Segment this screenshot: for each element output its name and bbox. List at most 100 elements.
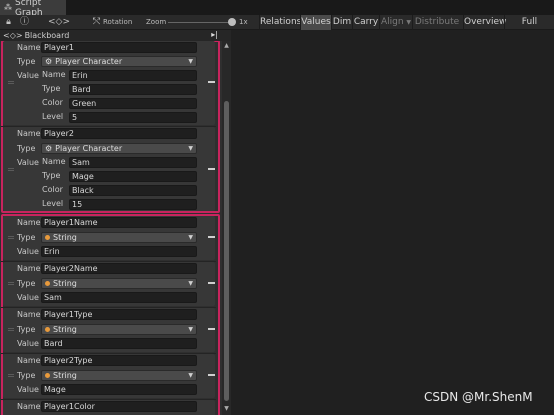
field-color-value[interactable]: Black xyxy=(69,185,197,196)
field-color-label: Color xyxy=(42,185,63,194)
field-name-label: Name xyxy=(42,157,66,166)
graph-toolbar: 🔒︎ ⓘ <◇> ⤲ Rotation Zoom 1x Relations Va… xyxy=(0,15,554,42)
watermark: CSDN @Mr.ShenM xyxy=(424,390,533,404)
zoom-value: 1x xyxy=(239,18,248,26)
variable-name-field[interactable]: Player1Name xyxy=(41,217,197,228)
player-character-icon: ⚙ xyxy=(45,144,53,153)
zoom-slider-handle[interactable] xyxy=(228,18,236,26)
variable-value-field[interactable]: Bard xyxy=(41,338,197,349)
variable-name-field[interactable]: Player2 xyxy=(41,128,197,139)
blackboard-title: Blackboard xyxy=(24,31,70,40)
drag-handle[interactable] xyxy=(8,328,14,331)
scrollbar-thumb[interactable] xyxy=(224,101,229,401)
dim-button[interactable]: Dim xyxy=(331,15,352,30)
field-level-value[interactable]: 5 xyxy=(69,112,197,123)
lock-icon[interactable]: 🔒︎ xyxy=(3,17,14,28)
string-type-icon xyxy=(45,373,50,378)
variable-player1: Name Player1 Type ⚙ Player Character ▼ V… xyxy=(3,41,215,125)
chevron-down-icon: ▼ xyxy=(188,326,193,333)
blackboard-scrollbar[interactable]: ▲ ▼ xyxy=(222,41,231,415)
info-icon[interactable]: ⓘ xyxy=(19,17,30,28)
string-type-icon xyxy=(45,281,50,286)
overview-button[interactable]: Overview xyxy=(463,15,506,30)
type-value: Player Character xyxy=(55,57,123,66)
variable-name-field[interactable]: Player1Color xyxy=(41,401,197,412)
chevron-down-icon: ▼ xyxy=(188,280,193,287)
carry-button[interactable]: Carry xyxy=(352,15,379,30)
type-value: Player Character xyxy=(55,144,123,153)
field-type-label: Type xyxy=(42,171,61,180)
drag-handle[interactable] xyxy=(8,81,14,84)
variable-value-field[interactable]: Sam xyxy=(41,292,197,303)
blackboard-header: <◇> Blackboard ▸| xyxy=(0,30,231,41)
value-label: Value xyxy=(17,158,39,167)
remove-variable-button[interactable] xyxy=(208,236,215,238)
name-label: Name xyxy=(17,356,41,365)
string-type-icon xyxy=(45,327,50,332)
type-label: Type xyxy=(17,279,36,288)
type-dropdown[interactable]: String ▼ xyxy=(41,370,197,381)
name-label: Name xyxy=(17,310,41,319)
player-character-icon: ⚙ xyxy=(45,57,53,66)
remove-variable-button[interactable] xyxy=(208,168,215,170)
type-label: Type xyxy=(17,144,36,153)
align-dropdown[interactable]: Align ▼ xyxy=(379,15,412,30)
type-label: Type xyxy=(17,325,36,334)
type-dropdown[interactable]: String ▼ xyxy=(41,278,197,289)
type-value: String xyxy=(53,371,77,380)
values-button[interactable]: Values xyxy=(300,15,331,30)
tab-script-graph[interactable]: ⁂ Script Graph xyxy=(0,0,66,18)
zoom-slider[interactable] xyxy=(168,22,234,23)
scroll-up-icon[interactable]: ▲ xyxy=(223,42,230,49)
type-dropdown[interactable]: ⚙ Player Character ▼ xyxy=(41,56,197,67)
field-name-value[interactable]: Sam xyxy=(69,157,197,168)
type-dropdown[interactable]: String ▼ xyxy=(41,232,197,243)
name-label: Name xyxy=(17,218,41,227)
field-level-value[interactable]: 15 xyxy=(69,199,197,210)
type-dropdown[interactable]: ⚙ Player Character ▼ xyxy=(41,143,197,154)
variable-value-field[interactable]: Erin xyxy=(41,246,197,257)
variable-player2: Name Player2 Type ⚙ Player Character ▼ V… xyxy=(3,127,215,211)
scroll-down-icon[interactable]: ▼ xyxy=(223,405,230,412)
name-label: Name xyxy=(17,264,41,273)
drag-handle[interactable] xyxy=(8,282,14,285)
field-color-value[interactable]: Green xyxy=(69,98,197,109)
value-label: Value xyxy=(17,293,39,302)
field-name-label: Name xyxy=(42,70,66,79)
rotation-label[interactable]: Rotation xyxy=(103,15,132,30)
variable-name-field[interactable]: Player1 xyxy=(41,42,197,53)
type-dropdown[interactable]: String ▼ xyxy=(41,324,197,335)
fullscreen-button[interactable]: Full Screen xyxy=(504,15,554,42)
drag-handle[interactable] xyxy=(8,168,14,171)
field-name-value[interactable]: Erin xyxy=(69,70,197,81)
variable-name-field[interactable]: Player2Type xyxy=(41,355,197,366)
variable-player1name: Name Player1Name Type String ▼ Value Eri… xyxy=(3,216,215,260)
drag-handle[interactable] xyxy=(8,374,14,377)
chevron-down-icon: ▼ xyxy=(406,19,412,26)
variable-player2type: Name Player2Type Type String ▼ Value Mag… xyxy=(3,354,215,398)
blackboard-toggle-icon[interactable]: <◇> xyxy=(48,17,70,28)
collapse-panel-icon[interactable]: ▸| xyxy=(211,30,218,39)
zoom-label: Zoom xyxy=(146,18,167,26)
value-label: Value xyxy=(17,385,39,394)
variable-value-field[interactable]: Mage xyxy=(41,384,197,395)
rotation-icon[interactable]: ⤲ xyxy=(91,17,102,28)
variable-player2name: Name Player2Name Type String ▼ Value Sam xyxy=(3,262,215,306)
name-label: Name xyxy=(17,43,41,52)
type-label: Type xyxy=(17,233,36,242)
remove-variable-button[interactable] xyxy=(208,328,215,330)
distribute-dropdown[interactable]: Distribute ▼ xyxy=(412,15,461,41)
variable-name-field[interactable]: Player2Name xyxy=(41,263,197,274)
graph-canvas[interactable] xyxy=(231,30,554,415)
relations-button[interactable]: Relations xyxy=(259,15,301,30)
field-type-label: Type xyxy=(42,84,61,93)
field-type-value[interactable]: Bard xyxy=(69,84,197,95)
remove-variable-button[interactable] xyxy=(208,374,215,376)
remove-variable-button[interactable] xyxy=(208,81,215,83)
variable-name-field[interactable]: Player1Type xyxy=(41,309,197,320)
variable-player1type: Name Player1Type Type String ▼ Value Bar… xyxy=(3,308,215,352)
remove-variable-button[interactable] xyxy=(208,282,215,284)
field-level-label: Level xyxy=(42,112,64,121)
drag-handle[interactable] xyxy=(8,236,14,239)
field-type-value[interactable]: Mage xyxy=(69,171,197,182)
